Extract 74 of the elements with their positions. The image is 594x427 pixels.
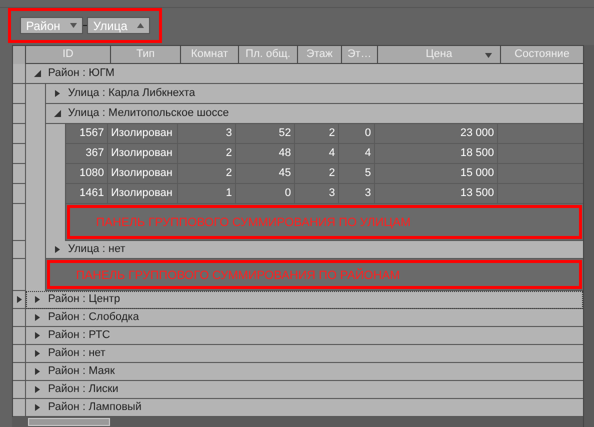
group-row[interactable]: Район : Центр (26, 291, 583, 309)
collapse-arrow-icon[interactable] (54, 110, 61, 117)
group-row[interactable]: Улица : Мелитопольское шоссе (46, 104, 583, 124)
table-cell: 2 (295, 124, 339, 144)
sort-descending-icon[interactable] (485, 52, 492, 59)
expand-arrow-icon[interactable] (34, 386, 41, 393)
expand-arrow-icon[interactable] (34, 404, 41, 411)
row-indicator-cell[interactable] (13, 399, 26, 417)
sort-ascending-icon[interactable] (137, 22, 144, 29)
row-indicator-cell[interactable] (13, 363, 26, 381)
table-cell: 0 (339, 124, 375, 144)
expand-arrow-icon[interactable] (34, 368, 41, 375)
annotation-label: ПАНЕЛЬ ГРУППОВОГО СУММИРОВАНИЯ ПО УЛИЦАМ (67, 205, 582, 239)
group-row[interactable]: Улица : Карла Либкнехта (46, 84, 583, 104)
table-cell: Изолирован (108, 144, 178, 164)
row-indicator-cell[interactable] (13, 144, 26, 164)
group-row[interactable]: Район : Лиски (26, 381, 583, 399)
group-row[interactable]: Район : Ламповый (26, 399, 583, 417)
annotation-label: ПАНЕЛЬ ГРУППОВОГО СУММИРОВАНИЯ ПО РАЙОНАМ (47, 260, 582, 289)
table-cell: 1461 (66, 184, 108, 204)
table-cell: Изолирован (108, 164, 178, 184)
table-cell: 48 (236, 144, 295, 164)
table-cell: 15 000 (375, 164, 498, 184)
table-cell: Изолирован (108, 184, 178, 204)
expand-arrow-icon[interactable] (34, 314, 41, 321)
table-cell: 18 500 (375, 144, 498, 164)
table-cell: 0 (236, 184, 295, 204)
table-cell: 4 (339, 144, 375, 164)
table-cell: 3 (295, 184, 339, 204)
expand-arrow-icon[interactable] (54, 246, 61, 253)
table-cell: 2 (178, 144, 236, 164)
row-indicator-cell[interactable] (13, 104, 26, 124)
table-cell: 2 (295, 164, 339, 184)
sort-descending-icon[interactable] (70, 22, 78, 29)
row-indicator-cell[interactable] (13, 291, 26, 309)
row-indicator-cell[interactable] (13, 259, 26, 291)
row-indicator-cell[interactable] (13, 241, 26, 259)
indent-cell (26, 84, 46, 104)
group-row[interactable]: Улица : нет (46, 241, 583, 259)
group-row[interactable]: Район : нет (26, 345, 583, 363)
table-cell: 52 (236, 124, 295, 144)
row-indicator-cell[interactable] (13, 381, 26, 399)
indent-cell (46, 124, 66, 144)
table-cell: 4 (295, 144, 339, 164)
group-row[interactable]: Район : ЮГМ (26, 64, 583, 84)
group-row[interactable]: Район : Слободка (26, 309, 583, 327)
row-indicator-cell[interactable] (13, 124, 26, 144)
table-cell: 3 (178, 124, 236, 144)
table-cell: 2 (178, 164, 236, 184)
table-cell: 1567 (66, 124, 108, 144)
group-row[interactable]: Район : Маяк (26, 363, 583, 381)
table-cell: Изолирован (108, 124, 178, 144)
table-cell: 5 (339, 164, 375, 184)
row-indicator-cell[interactable] (13, 309, 26, 327)
row-indicator-cell[interactable] (13, 164, 26, 184)
table-cell: 1 (178, 184, 236, 204)
row-indicator-cell[interactable] (13, 327, 26, 345)
table-cell: 367 (66, 144, 108, 164)
collapse-arrow-icon[interactable] (34, 70, 41, 77)
row-indicator-cell[interactable] (13, 345, 26, 363)
row-indicator-cell[interactable] (13, 84, 26, 104)
expand-arrow-icon[interactable] (34, 296, 41, 303)
row-indicator-cell[interactable] (13, 64, 26, 84)
table-cell: 13 500 (375, 184, 498, 204)
row-indicator-cell[interactable] (13, 184, 26, 204)
table-cell: 3 (339, 184, 375, 204)
row-indicator-cell[interactable] (13, 204, 26, 241)
table-cell: 45 (236, 164, 295, 184)
group-row[interactable]: Район : РТС (26, 327, 583, 345)
table-cell: 23 000 (375, 124, 498, 144)
expand-arrow-icon[interactable] (34, 350, 41, 357)
expand-arrow-icon[interactable] (54, 90, 61, 97)
expand-arrow-icon[interactable] (34, 332, 41, 339)
table-cell: 1080 (66, 164, 108, 184)
